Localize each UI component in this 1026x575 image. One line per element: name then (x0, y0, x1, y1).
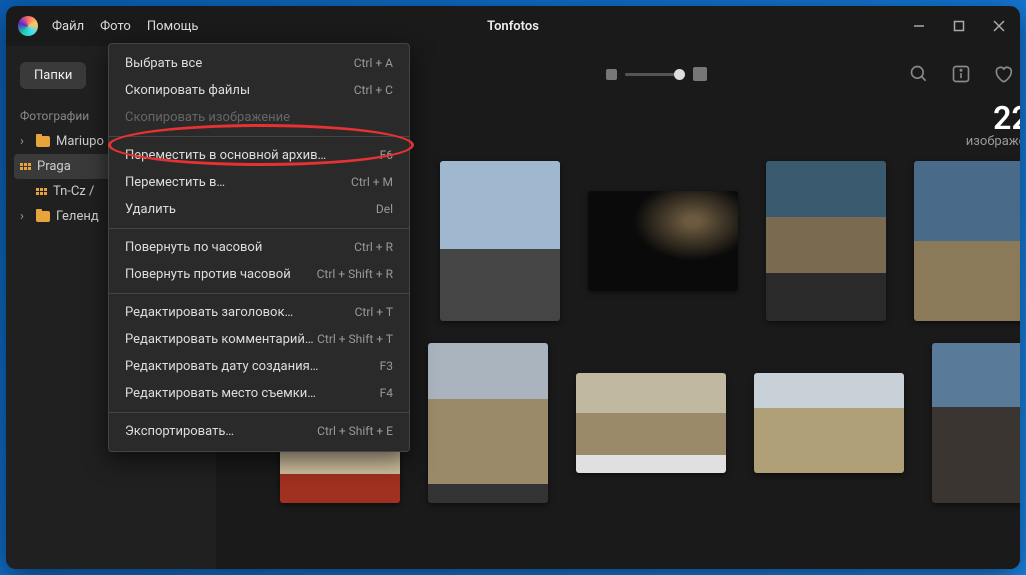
menu-item-shortcut: Ctrl + R (354, 240, 393, 255)
toolbar-actions (908, 63, 1020, 85)
favorite-button[interactable] (992, 63, 1014, 85)
info-button[interactable] (950, 63, 972, 85)
menu-item[interactable]: Повернуть по часовой Ctrl + R (109, 234, 409, 261)
menu-item-shortcut: F6 (380, 148, 393, 163)
search-button[interactable] (908, 63, 930, 85)
menu-item-shortcut: Ctrl + Shift + T (317, 332, 393, 347)
menu-item[interactable]: Выбрать все Ctrl + A (109, 50, 409, 77)
menu-item[interactable]: Переместить в основной архив… F6 (109, 142, 409, 169)
thumbnail[interactable] (754, 373, 904, 473)
menu-item-shortcut: F4 (380, 386, 393, 401)
thumbnail[interactable] (576, 373, 726, 473)
thumbnail[interactable] (440, 161, 560, 321)
minimize-button[interactable] (910, 17, 928, 35)
slider-track[interactable] (625, 73, 685, 76)
menu-item-label: Редактировать заголовок… (125, 305, 293, 320)
chevron-right-icon: › (20, 134, 30, 149)
zoom-slider[interactable] (606, 67, 707, 81)
menu-item[interactable]: Удалить Del (109, 196, 409, 223)
thumb-row (440, 161, 1020, 321)
menu-item-shortcut: Ctrl + Shift + R (317, 267, 393, 282)
menu-item[interactable]: Переместить в… Ctrl + M (109, 169, 409, 196)
menu-item[interactable]: Скопировать файлы Ctrl + C (109, 77, 409, 104)
menu-separator (109, 293, 409, 294)
menu-item-label: Повернуть против часовой (125, 267, 291, 282)
window-controls (910, 17, 1008, 35)
menu-item[interactable]: Редактировать комментарий…Ctrl + Shift +… (109, 326, 409, 353)
menu-item-label: Выбрать все (125, 56, 202, 71)
sidebar-tab-folders[interactable]: Папки (20, 62, 86, 89)
grid-icon (20, 163, 31, 170)
app-logo-icon (18, 16, 38, 36)
menu-item-shortcut: Ctrl + C (354, 83, 393, 98)
menu-item-shortcut: Ctrl + M (351, 175, 393, 190)
menu-item-label: Переместить в основной архив… (125, 148, 326, 163)
close-button[interactable] (990, 17, 1008, 35)
menu-separator (109, 228, 409, 229)
menu-item-label: Редактировать дату создания… (125, 359, 318, 374)
menu-item-label: Скопировать файлы (125, 83, 250, 98)
menu-item-label: Редактировать место съемки… (125, 386, 316, 401)
thumbnail[interactable] (932, 343, 1020, 503)
grid-icon (36, 188, 47, 195)
menu-item[interactable]: Редактировать дату создания… F3 (109, 353, 409, 380)
thumbnail[interactable] (588, 191, 738, 291)
tree-item-label: Tn-Cz / (53, 184, 94, 199)
maximize-button[interactable] (950, 17, 968, 35)
menu-item-shortcut: Ctrl + T (355, 305, 393, 320)
menu-item[interactable]: Редактировать заголовок… Ctrl + T (109, 299, 409, 326)
tree-item-label: Mariupo (56, 134, 104, 149)
tree-item-label: Геленд (56, 209, 99, 224)
menubar: Файл Фото Помощь (52, 19, 198, 34)
menu-item-shortcut: F3 (380, 359, 393, 374)
folder-icon (36, 136, 50, 147)
menu-help[interactable]: Помощь (147, 19, 199, 34)
thumbnail[interactable] (914, 161, 1020, 321)
menu-item-label: Повернуть по часовой (125, 240, 262, 255)
menu-item[interactable]: Экспортировать… Ctrl + Shift + E (109, 418, 409, 445)
chevron-right-icon: › (20, 209, 30, 224)
menu-item-label: Переместить в… (125, 175, 225, 190)
context-menu: Выбрать все Ctrl + A Скопировать файлы Ctrl… (108, 43, 410, 452)
menu-separator (109, 136, 409, 137)
menu-item-label: Скопировать изображение (125, 110, 290, 125)
menu-item: Скопировать изображение (109, 104, 409, 131)
thumb-small-icon (606, 69, 617, 80)
folder-icon (36, 211, 50, 222)
slider-thumb[interactable] (674, 69, 685, 80)
menu-item-shortcut: Ctrl + A (354, 56, 393, 71)
thumbnail[interactable] (428, 343, 548, 503)
menu-photo[interactable]: Фото (100, 19, 131, 34)
titlebar: Файл Фото Помощь Tonfotos (6, 6, 1020, 46)
menu-item-label: Удалить (125, 202, 176, 217)
menu-item-label: Экспортировать… (125, 424, 234, 439)
app-window: Файл Фото Помощь Tonfotos Папки Фотограф… (6, 6, 1020, 569)
thumbnail[interactable] (766, 161, 886, 321)
menu-item[interactable]: Повернуть против часовой Ctrl + Shift + R (109, 261, 409, 288)
menu-item-label: Редактировать комментарий… (125, 332, 314, 347)
menu-item[interactable]: Редактировать место съемки… F4 (109, 380, 409, 407)
thumb-large-icon (693, 67, 707, 81)
menu-item-shortcut: Ctrl + Shift + E (317, 424, 393, 439)
menu-file[interactable]: Файл (52, 19, 84, 34)
menu-item-shortcut: Del (376, 202, 393, 217)
app-title: Tonfotos (487, 19, 539, 34)
tree-item-label: Praga (37, 159, 71, 174)
menu-separator (109, 412, 409, 413)
